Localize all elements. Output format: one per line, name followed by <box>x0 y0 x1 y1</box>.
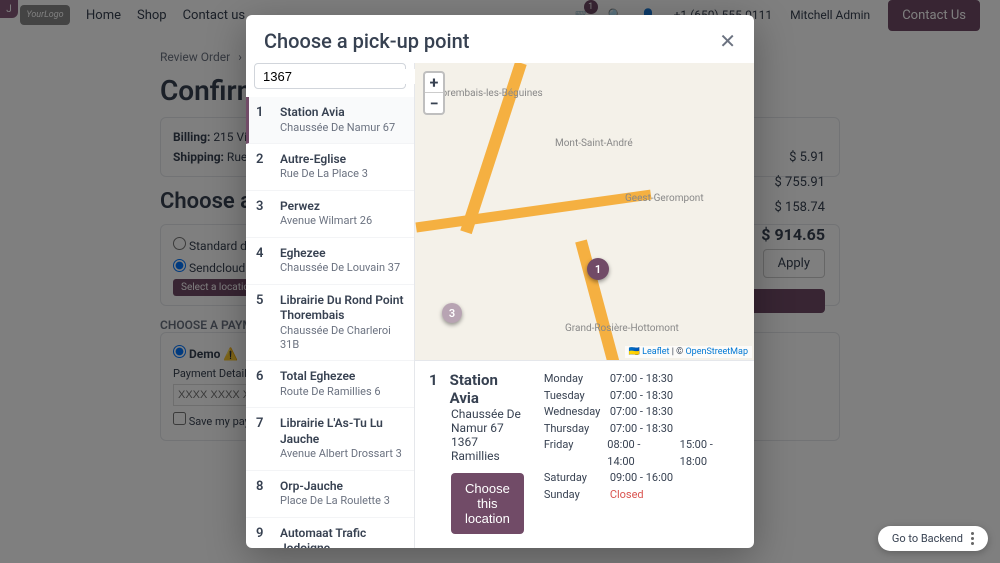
location-item[interactable]: 3 Perwez Avenue Wilmart 26 <box>246 191 414 238</box>
hours-day: Thursday <box>544 421 598 438</box>
search-box: 🔍 <box>254 63 406 89</box>
map-marker[interactable]: 3 <box>442 303 462 323</box>
hours-range-2: 15:00 - 18:00 <box>680 437 740 470</box>
hours-row: Monday 07:00 - 18:30 <box>544 371 740 388</box>
search-input[interactable] <box>263 69 439 84</box>
location-number: 2 <box>256 152 270 182</box>
kebab-icon[interactable] <box>971 532 974 545</box>
detail-address-2: 1367 Ramillies <box>451 435 524 463</box>
location-name: Librairie Du Rond Point Thorembais <box>280 293 404 324</box>
hours-range: 07:00 - 18:30 <box>610 404 673 421</box>
location-address: Chaussée De Louvain 37 <box>280 261 404 275</box>
pickup-modal: Choose a pick-up point ✕ 🔍 1 Station Avi… <box>246 15 754 548</box>
location-number: 4 <box>256 246 270 276</box>
modal-title: Choose a pick-up point <box>264 29 469 53</box>
locations-list[interactable]: 1 Station Avia Chaussée De Namur 672 Aut… <box>246 97 414 548</box>
location-number: 1 <box>256 105 270 135</box>
location-item[interactable]: 6 Total Eghezee Route De Ramillies 6 <box>246 361 414 408</box>
location-name: Station Avia <box>280 105 404 121</box>
close-icon[interactable]: ✕ <box>719 29 736 53</box>
hours-range: 08:00 - 14:00 <box>607 437 667 470</box>
location-name: Autre-Eglise <box>280 152 404 168</box>
location-number: 9 <box>256 526 270 548</box>
detail-address-1: Chaussée De Namur 67 <box>451 407 524 435</box>
hours-row: Wednesday 07:00 - 18:30 <box>544 404 740 421</box>
location-address: Route De Ramillies 6 <box>280 385 404 399</box>
location-address: Place De La Roulette 3 <box>280 494 404 508</box>
location-number: 7 <box>256 416 270 461</box>
hours-row: Thursday 07:00 - 18:30 <box>544 421 740 438</box>
location-number: 6 <box>256 369 270 399</box>
hours-day: Saturday <box>544 470 598 487</box>
location-item[interactable]: 1 Station Avia Chaussée De Namur 67 <box>246 97 414 144</box>
location-item[interactable]: 4 Eghezee Chaussée De Louvain 37 <box>246 238 414 285</box>
hours-day: Friday <box>544 437 595 470</box>
go-to-backend-button[interactable]: Go to Backend <box>878 526 988 551</box>
location-detail: 1 Station Avia Chaussée De Namur 67 1367… <box>415 360 754 548</box>
location-number: 8 <box>256 479 270 509</box>
map-town-label: Grand-Rosière-Hottomont <box>565 323 679 334</box>
zoom-out-button[interactable]: − <box>425 93 443 113</box>
location-item[interactable]: 8 Orp-Jauche Place De La Roulette 3 <box>246 471 414 518</box>
hours-range: 07:00 - 18:30 <box>610 388 673 405</box>
location-address: Chaussée De Charleroi 31B <box>280 324 404 353</box>
hours-range: 07:00 - 18:30 <box>610 421 673 438</box>
location-name: Automaat Trafic Jodoigne <box>280 526 404 548</box>
hours-row: Friday 08:00 - 14:00 15:00 - 18:00 <box>544 437 740 470</box>
map-zoom-controls: + − <box>423 71 445 115</box>
location-address: Avenue Wilmart 26 <box>280 214 404 228</box>
location-name: Orp-Jauche <box>280 479 404 495</box>
hours-row: Sunday Closed <box>544 487 740 504</box>
hours-range: Closed <box>610 487 644 504</box>
location-address: Rue De La Place 3 <box>280 167 404 181</box>
leaflet-link[interactable]: Leaflet <box>642 347 669 357</box>
go-to-backend-label: Go to Backend <box>892 532 963 545</box>
location-item[interactable]: 2 Autre-Eglise Rue De La Place 3 <box>246 144 414 191</box>
map-town-label: Mont-Saint-André <box>555 138 633 149</box>
map-attribution: 🇺🇦 Leaflet | © OpenStreetMap <box>625 346 752 358</box>
hours-range: 09:00 - 16:00 <box>610 470 673 487</box>
location-item[interactable]: 9 Automaat Trafic Jodoigne Rue De Septem… <box>246 518 414 548</box>
location-number: 3 <box>256 199 270 229</box>
location-address: Avenue Albert Drossart 3 <box>280 447 404 461</box>
hours-row: Tuesday 07:00 - 18:30 <box>544 388 740 405</box>
choose-location-button[interactable]: Choose this location <box>451 473 524 534</box>
zoom-in-button[interactable]: + <box>425 73 443 93</box>
location-item[interactable]: 5 Librairie Du Rond Point Thorembais Cha… <box>246 285 414 362</box>
detail-name: Station Avia <box>450 371 524 407</box>
location-name: Perwez <box>280 199 404 215</box>
location-name: Eghezee <box>280 246 404 262</box>
location-name: Librairie L'As-Tu Lu Jauche <box>280 416 404 447</box>
map-town-label: Thorembais-les-Béguines <box>430 88 543 99</box>
map-marker[interactable]: 1 <box>587 258 609 280</box>
map[interactable]: + − Thorembais-les-Béguines Mont-Saint-A… <box>415 63 754 360</box>
hours-day: Tuesday <box>544 388 598 405</box>
osm-link[interactable]: OpenStreetMap <box>685 347 748 357</box>
hours-day: Wednesday <box>544 404 598 421</box>
hours-day: Monday <box>544 371 598 388</box>
opening-hours: Monday 07:00 - 18:30 Tuesday 07:00 - 18:… <box>544 371 740 534</box>
hours-day: Sunday <box>544 487 598 504</box>
detail-number: 1 <box>429 371 438 407</box>
map-town-label: Geest-Gerompont <box>625 193 704 204</box>
hours-range: 07:00 - 18:30 <box>610 371 673 388</box>
location-item[interactable]: 7 Librairie L'As-Tu Lu Jauche Avenue Alb… <box>246 408 414 470</box>
location-address: Chaussée De Namur 67 <box>280 121 404 135</box>
location-name: Total Eghezee <box>280 369 404 385</box>
location-number: 5 <box>256 293 270 353</box>
hours-row: Saturday 09:00 - 16:00 <box>544 470 740 487</box>
